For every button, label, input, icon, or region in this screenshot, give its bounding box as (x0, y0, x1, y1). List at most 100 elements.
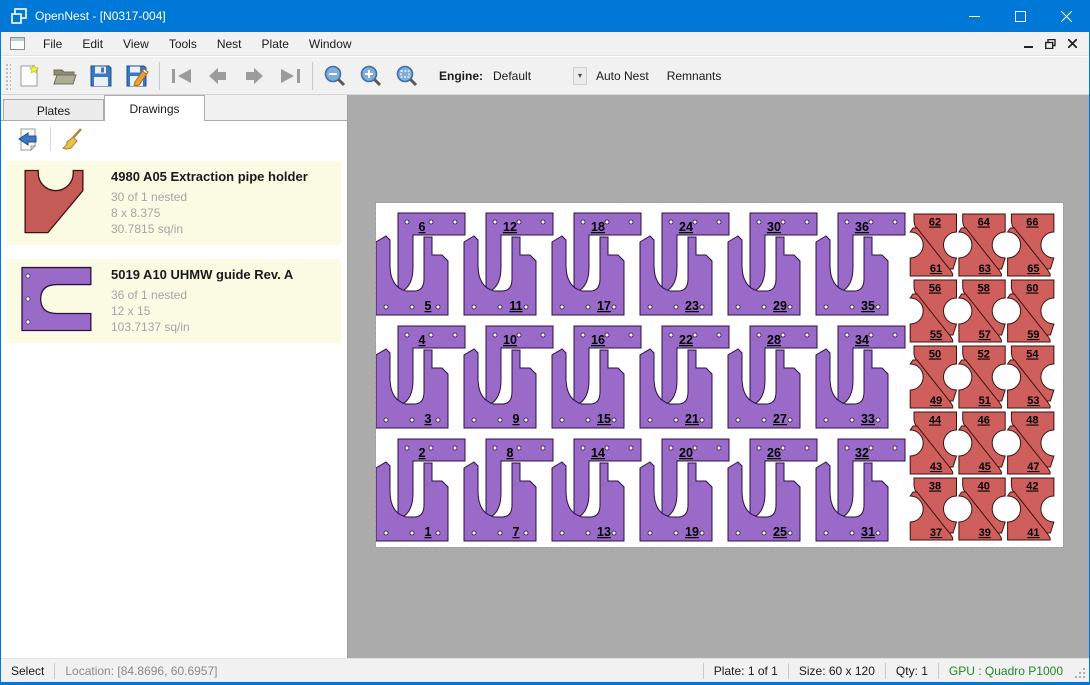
nest-pair-red[interactable]: 5655 (910, 280, 956, 342)
part-number: 43 (930, 461, 942, 473)
remnants-button[interactable]: Remnants (658, 64, 731, 88)
save-button[interactable] (83, 60, 119, 92)
nest-pair-purple[interactable]: 1615 (552, 326, 641, 428)
nest-pair-purple[interactable]: 87 (464, 439, 553, 541)
nest-pair-purple[interactable]: 65 (376, 213, 465, 315)
drawing-title: 4980 A05 Extraction pipe holder (111, 169, 308, 184)
part-number: 42 (1026, 481, 1038, 493)
nest-pair-red[interactable]: 6463 (959, 214, 1005, 276)
menu-window[interactable]: Window (299, 33, 362, 55)
menu-tools[interactable]: Tools (159, 33, 207, 55)
part-hole (581, 220, 585, 224)
part-hole (648, 531, 652, 535)
last-plate-button[interactable] (272, 60, 308, 92)
part-hole (762, 418, 766, 422)
part-hole (493, 220, 497, 224)
drawing-item-2[interactable]: 5019 A10 UHMW guide Rev. A 36 of 1 neste… (7, 259, 341, 343)
engine-combobox[interactable]: Default (487, 66, 573, 86)
child-restore-button[interactable] (1041, 36, 1059, 52)
nest-pair-red[interactable]: 6059 (1008, 280, 1054, 342)
nest-pair-red[interactable]: 5857 (959, 280, 1005, 342)
nest-pair-red[interactable]: 4847 (1008, 412, 1054, 474)
menu-view[interactable]: View (113, 33, 159, 55)
child-minimize-button[interactable] (1019, 36, 1037, 52)
maximize-button[interactable] (997, 0, 1043, 32)
part-hole (788, 305, 792, 309)
auto-nest-button[interactable]: Auto Nest (587, 64, 658, 88)
open-file-button[interactable] (47, 60, 83, 92)
part-hole (669, 446, 673, 450)
part-number: 41 (1027, 527, 1039, 539)
nest-pair-red[interactable]: 42 41 (1008, 478, 1054, 540)
close-button[interactable] (1043, 0, 1089, 32)
zoom-extents-button[interactable] (389, 60, 425, 92)
main-area: Plates Drawings (1, 95, 1089, 658)
part-hole (517, 333, 521, 337)
drawing-size: 8 x 8.375 (111, 205, 308, 221)
nest-pair-purple[interactable]: 1817 (552, 213, 641, 315)
save-as-button[interactable] (119, 60, 155, 92)
status-gpu: GPU : Quadro P1000 (939, 664, 1073, 678)
nest-pair-purple[interactable]: 2221 (640, 326, 729, 428)
resize-grip[interactable] (1073, 662, 1087, 680)
nest-pair-purple[interactable]: 2625 (728, 439, 817, 541)
nest-pair-red[interactable]: 4039 (959, 478, 1005, 540)
document-window-icon[interactable] (10, 37, 25, 50)
nest-pair-red[interactable]: 5453 (1008, 346, 1054, 408)
drawing-thumbnail-purple (17, 265, 95, 333)
part-number: 51 (979, 395, 991, 407)
zoom-out-button[interactable] (317, 60, 353, 92)
toolbar-grip[interactable] (4, 62, 11, 90)
new-file-button[interactable] (11, 60, 47, 92)
tab-plates[interactable]: Plates (3, 99, 104, 121)
app-icon (11, 8, 27, 24)
menu-nest[interactable]: Nest (207, 33, 252, 55)
part-hole (648, 305, 652, 309)
part-number: 60 (1026, 283, 1038, 295)
nest-pair-red[interactable]: 4443 (910, 412, 956, 474)
menu-edit[interactable]: Edit (72, 33, 113, 55)
nest-pair-purple[interactable]: 1211 (464, 213, 553, 315)
nest-pair-purple[interactable]: 3433 (816, 326, 905, 428)
menu-plate[interactable]: Plate (252, 33, 299, 55)
plate[interactable]: 6512111817242330293635431091615222128273… (376, 203, 1063, 547)
part-number: 17 (597, 299, 611, 313)
nest-pair-red[interactable]: 6665 (1008, 214, 1054, 276)
nest-pair-purple[interactable]: 2423 (640, 213, 729, 315)
previous-plate-button[interactable] (200, 60, 236, 92)
nest-pair-purple[interactable]: 109 (464, 326, 553, 428)
drawing-item-1[interactable]: 4980 A05 Extraction pipe holder 30 of 1 … (7, 161, 341, 245)
nest-pair-red[interactable]: 5049 (910, 346, 956, 408)
nest-pair-red[interactable]: 3837 (910, 478, 956, 540)
part-hole (674, 305, 678, 309)
drawing-nested-count: 30 of 1 nested (111, 189, 308, 205)
nest-pair-purple[interactable]: 43 (376, 326, 465, 428)
minimize-button[interactable] (951, 0, 997, 32)
nest-pair-red[interactable]: 4645 (959, 412, 1005, 474)
nest-pair-purple[interactable]: 2019 (640, 439, 729, 541)
child-close-button[interactable] (1063, 36, 1081, 52)
zoom-in-button[interactable] (353, 60, 389, 92)
nest-pair-purple[interactable]: 3029 (728, 213, 817, 315)
part-hole (524, 418, 528, 422)
nest-pair-red[interactable]: 5251 (959, 346, 1005, 408)
next-plate-button[interactable] (236, 60, 272, 92)
part-number: 58 (978, 283, 990, 295)
engine-dropdown-arrow[interactable]: ▾ (573, 67, 587, 85)
nest-pair-purple[interactable]: 21 (376, 439, 465, 541)
menu-bar: File Edit View Tools Nest Plate Window (1, 32, 1089, 56)
first-plate-button[interactable] (164, 60, 200, 92)
part-hole (824, 418, 828, 422)
engine-label: Engine: (439, 69, 483, 83)
nest-canvas[interactable]: 6512111817242330293635431091615222128273… (348, 95, 1089, 658)
part-hole (693, 220, 697, 224)
clear-drawings-button[interactable] (58, 125, 88, 153)
return-drawing-button[interactable] (13, 125, 43, 153)
nest-pair-purple[interactable]: 1413 (552, 439, 641, 541)
tab-drawings[interactable]: Drawings (104, 95, 205, 121)
nest-pair-red[interactable]: 6261 (910, 214, 956, 276)
nest-pair-purple[interactable]: 3231 (816, 439, 905, 541)
nest-pair-purple[interactable]: 2827 (728, 326, 817, 428)
nest-pair-purple[interactable]: 3635 (816, 213, 905, 315)
menu-file[interactable]: File (33, 33, 72, 55)
